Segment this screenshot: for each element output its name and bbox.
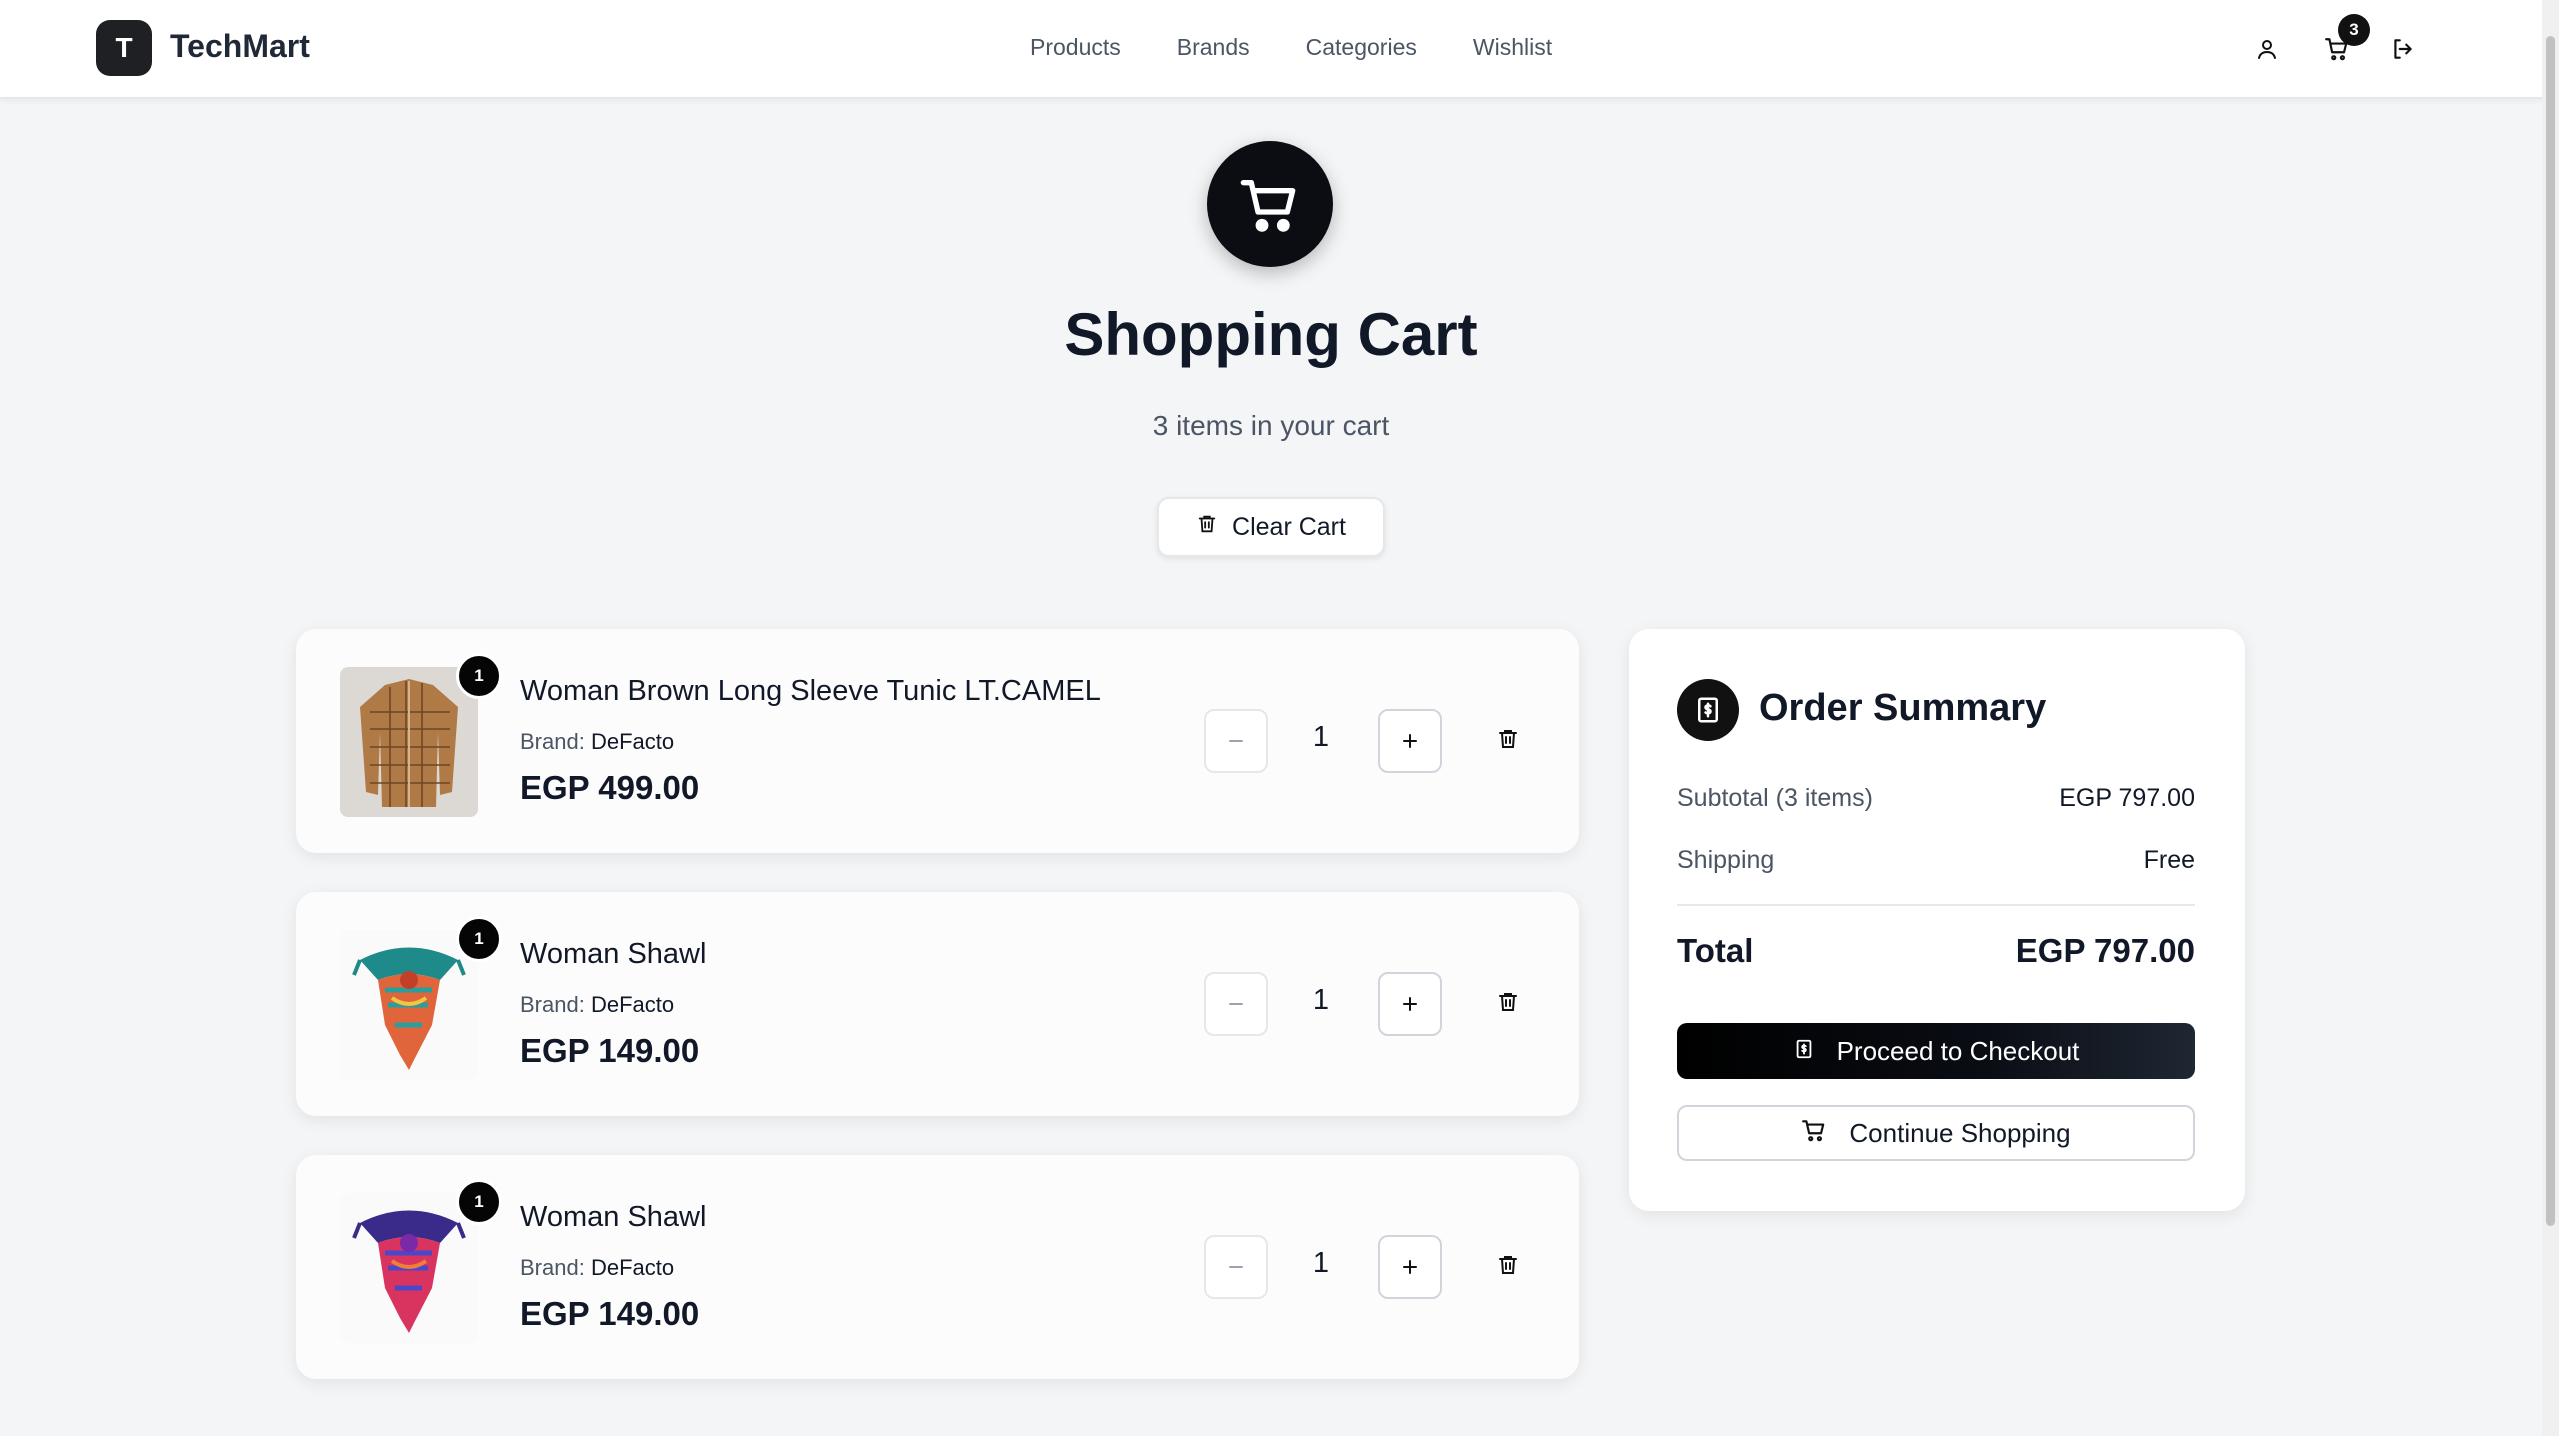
checkout-label: Proceed to Checkout: [1836, 1035, 2080, 1066]
receipt-icon: [1793, 1036, 1815, 1067]
shipping-value: Free: [2143, 846, 2195, 874]
trash-icon: [1499, 1256, 1517, 1274]
shawl-image[interactable]: [340, 930, 478, 1080]
subtotal-value: EGP 797.00: [2059, 784, 2195, 812]
continue-shopping-button[interactable]: Continue Shopping: [1677, 1105, 2195, 1161]
product-price: EGP 149.00: [520, 1295, 700, 1332]
minus-icon: [1229, 1003, 1243, 1005]
product-name[interactable]: Woman Brown Long Sleeve Tunic LT.CAMEL: [520, 675, 1101, 708]
brand-label: Brand:: [520, 992, 585, 1017]
clear-cart-label: Clear Cart: [1232, 512, 1346, 541]
nav-link-wishlist[interactable]: Wishlist: [1473, 34, 1552, 61]
decrease-quantity-button[interactable]: [1204, 1235, 1268, 1299]
cart-item: 1 Woman Shawl Brand: DeFacto EGP 149.00 …: [296, 892, 1579, 1116]
quantity-badge: 1: [456, 653, 502, 699]
product-brand: Brand: DeFacto: [520, 1255, 674, 1281]
brand-label: Brand:: [520, 729, 585, 754]
cart-item: 1 Woman Brown Long Sleeve Tunic LT.CAMEL…: [296, 629, 1579, 853]
trash-icon: [1499, 993, 1517, 1011]
nav-link-products[interactable]: Products: [1030, 34, 1121, 61]
trash-icon: [1499, 730, 1517, 748]
shawl-image[interactable]: [340, 1193, 478, 1343]
top-navbar: T TechMart Products Brands Categories Wi…: [0, 0, 2542, 99]
cart-icon: [1801, 1117, 1827, 1150]
increase-quantity-button[interactable]: [1378, 709, 1442, 773]
page-title: Shopping Cart: [1064, 301, 1478, 368]
subtotal-label: Subtotal (3 items): [1677, 784, 1873, 812]
cart-count-badge: 3: [2338, 14, 2370, 46]
remove-item-button[interactable]: [1490, 984, 1526, 1020]
remove-item-button[interactable]: [1490, 721, 1526, 757]
shopping-cart-icon: [1207, 141, 1333, 267]
trash-icon: [1196, 513, 1218, 542]
logo-mark[interactable]: T: [96, 20, 152, 76]
proceed-to-checkout-button[interactable]: Proceed to Checkout: [1677, 1023, 2195, 1079]
plus-icon: [1403, 997, 1417, 1011]
product-price: EGP 149.00: [520, 1032, 700, 1069]
minus-icon: [1229, 740, 1243, 742]
user-icon[interactable]: [2248, 30, 2286, 68]
nav-links: Products Brands Categories Wishlist: [1030, 34, 1552, 61]
brand-label: Brand:: [520, 1255, 585, 1280]
product-name[interactable]: Woman Shawl: [520, 938, 706, 971]
subtotal-row: Subtotal (3 items) EGP 797.00: [1677, 784, 2195, 813]
decrease-quantity-button[interactable]: [1204, 972, 1268, 1036]
order-summary-panel: Order Summary Subtotal (3 items) EGP 797…: [1629, 629, 2245, 1211]
tunic-image[interactable]: [340, 667, 478, 817]
shipping-label: Shipping: [1677, 846, 1775, 874]
product-price: EGP 499.00: [520, 769, 700, 806]
quantity-value: 1: [1312, 1247, 1330, 1279]
plus-icon: [1403, 734, 1417, 748]
product-brand: Brand: DeFacto: [520, 992, 674, 1018]
remove-item-button[interactable]: [1490, 1247, 1526, 1283]
continue-label: Continue Shopping: [1849, 1117, 2071, 1148]
total-row: Total EGP 797.00: [1677, 932, 2195, 970]
summary-divider: [1677, 904, 2195, 906]
clear-cart-button[interactable]: Clear Cart: [1157, 497, 1385, 557]
quantity-badge: 1: [456, 1179, 502, 1225]
increase-quantity-button[interactable]: [1378, 972, 1442, 1036]
minus-icon: [1229, 1266, 1243, 1268]
logout-icon[interactable]: [2384, 30, 2422, 68]
nav-link-brands[interactable]: Brands: [1177, 34, 1250, 61]
brand-value: DeFacto: [590, 992, 675, 1017]
brand-value: DeFacto: [590, 729, 675, 754]
item-count-subtitle: 3 items in your cart: [1152, 410, 1390, 441]
scrollbar-thumb[interactable]: [2546, 36, 2555, 1226]
nav-link-categories[interactable]: Categories: [1306, 34, 1417, 61]
order-summary-title: Order Summary: [1759, 687, 2047, 729]
quantity-value: 1: [1312, 984, 1330, 1016]
brand-value: DeFacto: [590, 1255, 675, 1280]
product-brand: Brand: DeFacto: [520, 729, 674, 755]
cart-item: 1 Woman Shawl Brand: DeFacto EGP 149.00 …: [296, 1155, 1579, 1379]
quantity-badge: 1: [456, 916, 502, 962]
total-label: Total: [1677, 932, 1754, 969]
total-value: EGP 797.00: [2015, 932, 2195, 969]
page-scrollbar[interactable]: [2542, 0, 2559, 1436]
shipping-row: Shipping Free: [1677, 846, 2195, 875]
quantity-value: 1: [1312, 721, 1330, 753]
decrease-quantity-button[interactable]: [1204, 709, 1268, 773]
plus-icon: [1403, 1260, 1417, 1274]
increase-quantity-button[interactable]: [1378, 1235, 1442, 1299]
receipt-icon: [1677, 679, 1739, 741]
product-name[interactable]: Woman Shawl: [520, 1201, 706, 1234]
brand-name[interactable]: TechMart: [170, 28, 310, 65]
